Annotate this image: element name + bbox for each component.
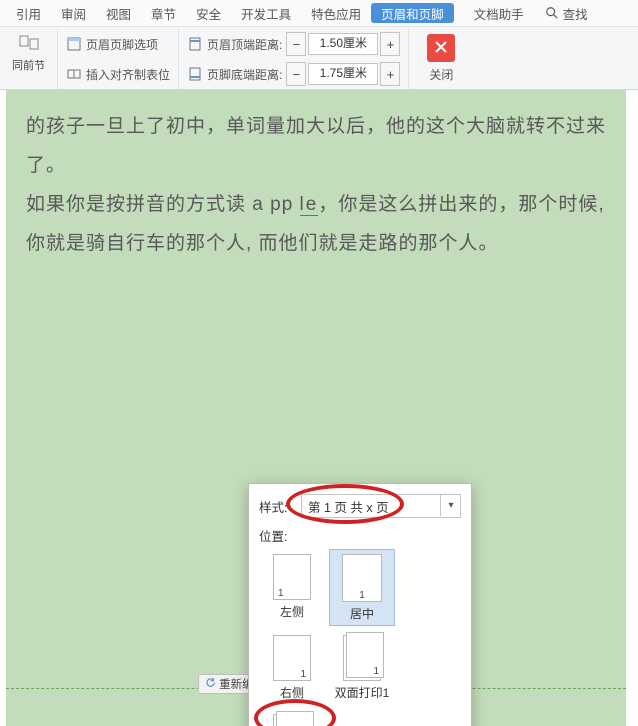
menu-search[interactable]: 查找 bbox=[534, 0, 598, 26]
close-icon bbox=[434, 40, 448, 57]
footer-dist-value[interactable]: 1.75厘米 bbox=[308, 63, 378, 85]
hf-options-button[interactable]: 页眉页脚选项 bbox=[66, 31, 170, 57]
position-duplex2-thumb: 11 bbox=[273, 714, 311, 726]
footer-dist-label: 页脚底端距离: bbox=[207, 66, 282, 83]
footer-dist-icon bbox=[187, 66, 203, 82]
menu-review[interactable]: 审阅 bbox=[51, 0, 96, 26]
menu-chapter[interactable]: 章节 bbox=[141, 0, 186, 26]
insert-tabstop-label: 插入对齐制表位 bbox=[86, 66, 170, 83]
footer-dist-plus[interactable]: + bbox=[380, 62, 400, 86]
position-options: 1 左侧 1 居中 1 右侧 11 双面打印1 11 双面打印2 bbox=[259, 549, 461, 726]
insert-tabstop-button[interactable]: 插入对齐制表位 bbox=[66, 61, 170, 87]
style-select-value: 第 1 页 共 x 页 bbox=[308, 497, 389, 516]
style-select[interactable]: 第 1 页 共 x 页 ▾ bbox=[301, 494, 461, 518]
position-right[interactable]: 1 右侧 bbox=[259, 630, 325, 705]
body-paragraph-2: 如果你是按拼音的方式读 a pp le，你是这么拼出来的，那个时候, 你就是骑自… bbox=[26, 186, 606, 264]
position-right-thumb: 1 bbox=[273, 635, 311, 681]
search-icon bbox=[544, 5, 560, 21]
refresh-icon bbox=[205, 677, 216, 691]
header-dist-icon bbox=[187, 36, 203, 52]
menu-view[interactable]: 视图 bbox=[96, 0, 141, 26]
ribbon: 同前节 页眉页脚选项 插入对齐制表位 页眉顶端距离: − 1.50厘米 + bbox=[0, 27, 638, 90]
position-left-label: 左侧 bbox=[280, 603, 304, 620]
menu-doc-helper[interactable]: 文档助手 bbox=[464, 0, 534, 26]
hf-options-label: 页眉页脚选项 bbox=[86, 36, 158, 53]
style-label: 样式: bbox=[259, 497, 301, 516]
position-duplex1-thumb: 11 bbox=[343, 635, 381, 681]
same-as-previous-button[interactable]: 同前节 bbox=[8, 31, 49, 75]
menu-security[interactable]: 安全 bbox=[186, 0, 231, 26]
header-dist-plus[interactable]: + bbox=[380, 32, 400, 56]
ribbon-group-distance: 页眉顶端距离: − 1.50厘米 + 页脚底端距离: − 1.75厘米 + bbox=[179, 29, 409, 89]
page-number-dialog: 样式: 第 1 页 共 x 页 ▾ 位置: 1 左侧 1 居中 1 右侧 bbox=[248, 483, 472, 726]
ribbon-group-options: 页眉页脚选项 插入对齐制表位 bbox=[58, 29, 179, 89]
position-center-thumb: 1 bbox=[342, 554, 382, 602]
body-p2-underlined: le bbox=[300, 194, 319, 216]
position-right-label: 右侧 bbox=[280, 684, 304, 701]
top-menu-bar: 引用 审阅 视图 章节 安全 开发工具 特色应用 页眉和页脚 文档助手 查找 bbox=[0, 0, 638, 27]
same-as-previous-label: 同前节 bbox=[12, 57, 45, 73]
header-dist-value[interactable]: 1.50厘米 bbox=[308, 33, 378, 55]
body-p2-a: 如果你是按拼音的方式读 a pp bbox=[26, 194, 300, 215]
body-paragraph-1: 的孩子一旦上了初中，单词量加大以后，他的这个大脑就转不过来了。 bbox=[26, 108, 606, 186]
close-label: 关闭 bbox=[429, 66, 453, 83]
position-center-label: 居中 bbox=[350, 605, 374, 622]
ribbon-group-close: 关闭 bbox=[409, 29, 473, 89]
close-header-footer-button[interactable] bbox=[427, 34, 455, 62]
position-duplex2[interactable]: 11 双面打印2 bbox=[259, 709, 325, 726]
tabstop-icon bbox=[66, 66, 82, 82]
menu-special-apps[interactable]: 特色应用 bbox=[301, 0, 371, 26]
header-dist-label: 页眉顶端距离: bbox=[207, 36, 282, 53]
header-dist-minus[interactable]: − bbox=[286, 32, 306, 56]
position-left-thumb: 1 bbox=[273, 554, 311, 600]
position-label: 位置: bbox=[259, 526, 301, 545]
document-canvas: 的孩子一旦上了初中，单词量加大以后，他的这个大脑就转不过来了。 如果你是按拼音的… bbox=[0, 90, 638, 726]
position-duplex1-label: 双面打印1 bbox=[335, 684, 390, 701]
ribbon-group-sync: 同前节 bbox=[0, 29, 58, 89]
same-as-previous-icon bbox=[18, 33, 40, 55]
menu-references[interactable]: 引用 bbox=[6, 0, 51, 26]
menu-header-footer[interactable]: 页眉和页脚 bbox=[371, 3, 454, 23]
hf-options-icon bbox=[66, 36, 82, 52]
menu-search-label: 查找 bbox=[563, 4, 588, 23]
position-left[interactable]: 1 左侧 bbox=[259, 549, 325, 626]
position-duplex1[interactable]: 11 双面打印1 bbox=[329, 630, 395, 705]
menu-devtools[interactable]: 开发工具 bbox=[231, 0, 301, 26]
position-center[interactable]: 1 居中 bbox=[329, 549, 395, 626]
chevron-down-icon: ▾ bbox=[440, 494, 461, 516]
footer-dist-minus[interactable]: − bbox=[286, 62, 306, 86]
